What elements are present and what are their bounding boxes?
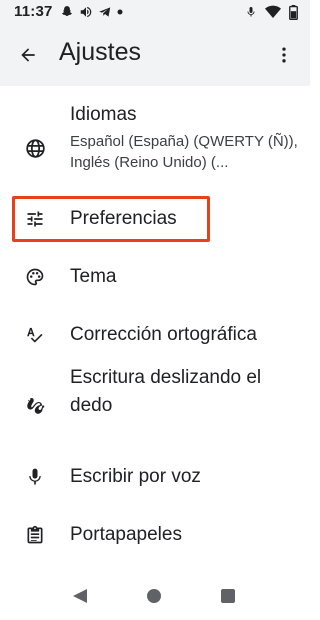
settings-item-title: Tema [70,266,117,287]
settings-item-correccion[interactable]: Corrección ortográfica [0,312,310,358]
dot-icon [117,9,123,15]
settings-item-title: Corrección ortográfica [70,324,257,345]
status-notification-icons [60,4,123,20]
app-bar: Ajustes [0,24,310,86]
more-vert-icon [282,47,286,63]
settings-item-title: Idiomas [70,104,137,125]
status-bar: 11:37 [0,0,310,24]
globe-icon [24,137,46,159]
arrow-back-icon [21,48,35,62]
mic-icon [24,466,46,488]
settings-item-idiomas[interactable]: Idiomas Español (España) (QWERTY (Ñ)), I… [0,96,310,192]
nav-home-icon[interactable] [147,589,161,603]
nav-back-icon[interactable] [72,588,88,609]
status-system-icons [245,4,298,20]
status-time: 11:37 [14,3,53,20]
highlight-box [12,196,210,242]
wifi-icon [265,5,281,19]
gesture-icon [24,393,46,415]
system-nav-bar [0,572,310,620]
page-title: Ajustes [59,38,141,66]
overflow-menu-button[interactable] [266,37,302,73]
settings-item-tema[interactable]: Tema [0,254,310,300]
settings-item-portapapeles[interactable]: Portapapeles [0,512,310,558]
volume-icon [79,5,93,19]
mic-icon [245,5,257,19]
spellcheck-icon [24,324,46,346]
settings-item-subtitle: Español (España) (QWERTY (Ñ)), Inglés (R… [70,133,298,171]
palette-icon [24,266,46,288]
telegram-icon [98,5,112,19]
battery-icon [289,4,298,20]
clipboard-icon [24,524,46,546]
back-button[interactable] [10,37,46,73]
settings-item-voz[interactable]: Escribir por voz [0,454,310,500]
settings-item-title: Escritura deslizando el dedo [70,367,262,416]
nav-recents-icon[interactable] [221,589,235,603]
settings-item-title: Escribir por voz [70,466,201,487]
snapchat-icon [60,5,74,19]
settings-item-escritura[interactable]: Escritura deslizando el dedo [0,367,310,440]
settings-item-title: Portapapeles [70,524,182,545]
